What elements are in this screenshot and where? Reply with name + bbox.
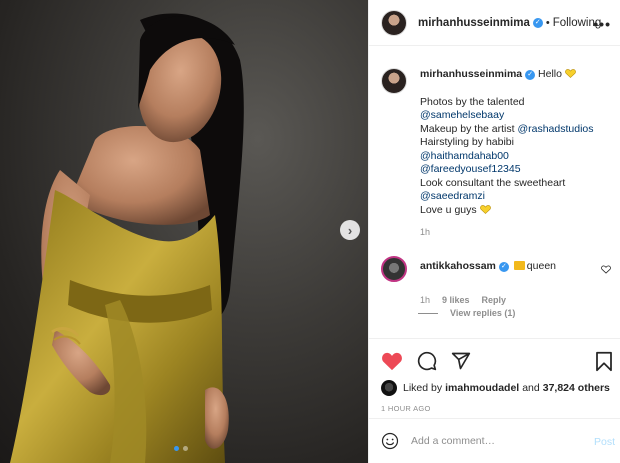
- caption-username[interactable]: mirhanhusseinmima: [420, 68, 522, 80]
- likes-conjunction: and: [522, 382, 540, 394]
- caption-line: Photos by the talented: [420, 95, 525, 108]
- like-comment-icon[interactable]: [601, 265, 611, 274]
- mention-link[interactable]: @saeedramzi: [420, 190, 594, 204]
- mention-link[interactable]: @rashadstudios: [517, 123, 593, 135]
- likes-count-link[interactable]: 37,824 others: [543, 382, 610, 394]
- verified-badge-icon: ✓: [498, 262, 509, 272]
- bookmark-icon[interactable]: [595, 351, 613, 372]
- emoji-smile-icon[interactable]: [381, 432, 399, 450]
- comment-input[interactable]: [411, 435, 581, 447]
- commenter-avatar[interactable]: [381, 256, 407, 282]
- author-avatar[interactable]: [381, 9, 407, 36]
- post-comment-button[interactable]: Post: [594, 436, 615, 448]
- commenter-username[interactable]: antikkahossam: [420, 260, 496, 272]
- share-icon[interactable]: [451, 351, 471, 371]
- post-timestamp: 1 HOUR AGO: [381, 404, 431, 413]
- comment-item: antikkahossam ✓ queen 1h 9 likes Reply: [381, 256, 617, 305]
- post-header: mirhanhusseinmima ✓ • Following •••: [369, 0, 620, 46]
- author-username[interactable]: mirhanhusseinmima: [418, 17, 530, 29]
- caption-line: Love u guys: [420, 203, 477, 216]
- carousel-dot: [183, 446, 188, 451]
- add-comment-bar: Post: [369, 418, 620, 463]
- post-caption: mirhanhusseinmima ✓ Hello Photos by the t…: [381, 68, 617, 240]
- mention-link[interactable]: @samehelsebaay: [420, 109, 594, 123]
- comment-likes-link[interactable]: 9 likes: [442, 295, 470, 305]
- like-heart-icon[interactable]: [381, 351, 403, 371]
- post-photo[interactable]: ›: [0, 0, 368, 463]
- carousel-indicator: [174, 446, 188, 451]
- more-options-icon[interactable]: •••: [593, 16, 611, 32]
- caption-greeting: Hello: [538, 68, 562, 80]
- carousel-dot-active: [174, 446, 179, 451]
- next-slide-button[interactable]: ›: [340, 220, 360, 240]
- likes-prefix: Liked by: [403, 382, 443, 394]
- comment-text: queen: [526, 260, 556, 272]
- verified-badge-icon: ✓: [525, 70, 536, 80]
- caption-line: Makeup by the artist: [420, 122, 518, 135]
- view-replies-button[interactable]: View replies (1): [418, 308, 515, 318]
- yellow-heart-icon: [565, 69, 576, 78]
- separator-dot: •: [545, 16, 550, 29]
- post-sidebar: mirhanhusseinmima ✓ • Following ••• mirh…: [368, 0, 620, 463]
- mention-link[interactable]: @fareedyousef12345: [420, 163, 594, 177]
- liker-avatar[interactable]: [381, 380, 397, 396]
- mention-link[interactable]: @haithamdahab00: [420, 150, 594, 164]
- likes-summary: Liked by imahmoudadel and 37,824 others: [381, 380, 613, 396]
- verified-badge-icon: ✓: [532, 17, 543, 28]
- caption-timestamp: 1h: [420, 227, 431, 237]
- caption-line: Hairstyling by habibi: [420, 136, 514, 148]
- comment-icon[interactable]: [417, 351, 437, 371]
- yellow-heart-icon: [479, 204, 491, 214]
- caption-line: Look consultant the sweetheart: [420, 176, 566, 189]
- comment-timestamp: 1h: [420, 295, 431, 305]
- liker-username[interactable]: imahmoudadel: [445, 382, 519, 394]
- reply-button[interactable]: Reply: [482, 295, 507, 305]
- crown-emoji-icon: [513, 261, 525, 270]
- photo-illustration: [10, 13, 244, 463]
- caption-avatar[interactable]: [381, 68, 407, 94]
